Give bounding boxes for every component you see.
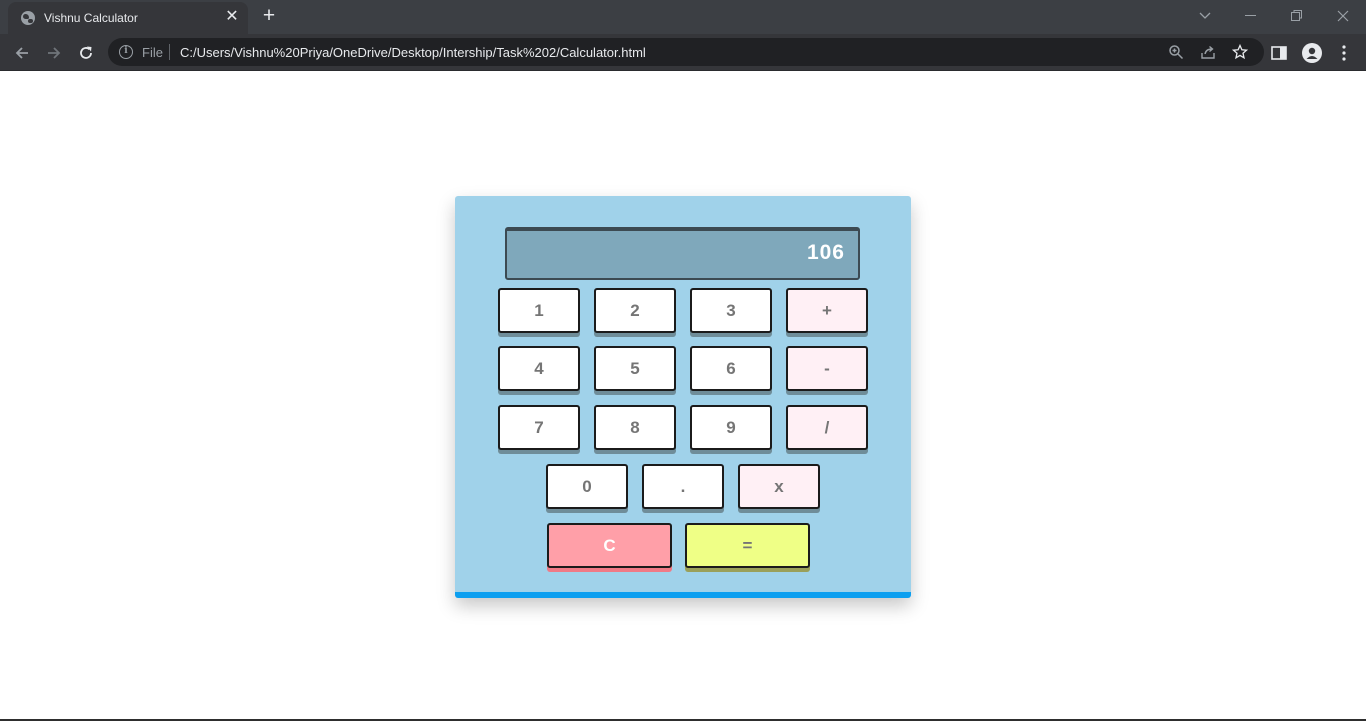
minimize-icon[interactable] <box>1228 0 1274 32</box>
star-icon[interactable] <box>1231 43 1249 61</box>
profile-avatar-icon[interactable] <box>1302 43 1322 63</box>
key-subtract[interactable]: - <box>786 346 868 391</box>
key-5[interactable]: 5 <box>594 346 676 391</box>
reload-icon[interactable] <box>74 41 98 65</box>
browser-toolbar: i File C:/Users/Vishnu%20Priya/OneDrive/… <box>0 34 1366 71</box>
kebab-menu-icon[interactable] <box>1334 43 1354 63</box>
scheme-label: File <box>142 45 163 60</box>
key-9[interactable]: 9 <box>690 405 772 450</box>
key-multiply[interactable]: x <box>738 464 820 509</box>
zoom-icon[interactable] <box>1167 43 1185 61</box>
restore-icon[interactable] <box>1274 0 1320 32</box>
key-2[interactable]: 2 <box>594 288 676 333</box>
key-divide[interactable]: / <box>786 405 868 450</box>
calculator: 106 1 2 3 + 4 5 6 - 7 8 9 / 0 . x C = <box>455 196 911 598</box>
tab-title: Vishnu Calculator <box>44 11 138 25</box>
close-window-icon[interactable] <box>1320 0 1366 32</box>
url-text[interactable]: C:/Users/Vishnu%20Priya/OneDrive/Desktop… <box>180 45 646 60</box>
tab-close-icon[interactable]: ✕ <box>224 9 240 25</box>
equals-button[interactable]: = <box>685 523 810 568</box>
info-icon[interactable]: i <box>119 45 133 59</box>
key-decimal[interactable]: . <box>642 464 724 509</box>
back-arrow-icon[interactable] <box>10 41 34 65</box>
key-7[interactable]: 7 <box>498 405 580 450</box>
key-6[interactable]: 6 <box>690 346 772 391</box>
clear-button[interactable]: C <box>547 523 672 568</box>
forward-arrow-icon[interactable] <box>42 41 66 65</box>
key-0[interactable]: 0 <box>546 464 628 509</box>
key-4[interactable]: 4 <box>498 346 580 391</box>
share-icon[interactable] <box>1199 43 1217 61</box>
omnibox-divider <box>169 44 170 60</box>
globe-icon <box>21 11 35 25</box>
key-add[interactable]: + <box>786 288 868 333</box>
new-tab-button[interactable]: + <box>258 5 280 27</box>
browser-tab[interactable]: Vishnu Calculator ✕ <box>8 2 248 34</box>
tab-search-icon[interactable] <box>1182 0 1228 32</box>
calculator-display: 106 <box>505 227 860 280</box>
key-3[interactable]: 3 <box>690 288 772 333</box>
key-8[interactable]: 8 <box>594 405 676 450</box>
side-panel-icon[interactable] <box>1269 43 1289 63</box>
address-bar[interactable]: i File C:/Users/Vishnu%20Priya/OneDrive/… <box>108 38 1264 66</box>
key-1[interactable]: 1 <box>498 288 580 333</box>
browser-titlebar: Vishnu Calculator ✕ + <box>0 0 1366 34</box>
